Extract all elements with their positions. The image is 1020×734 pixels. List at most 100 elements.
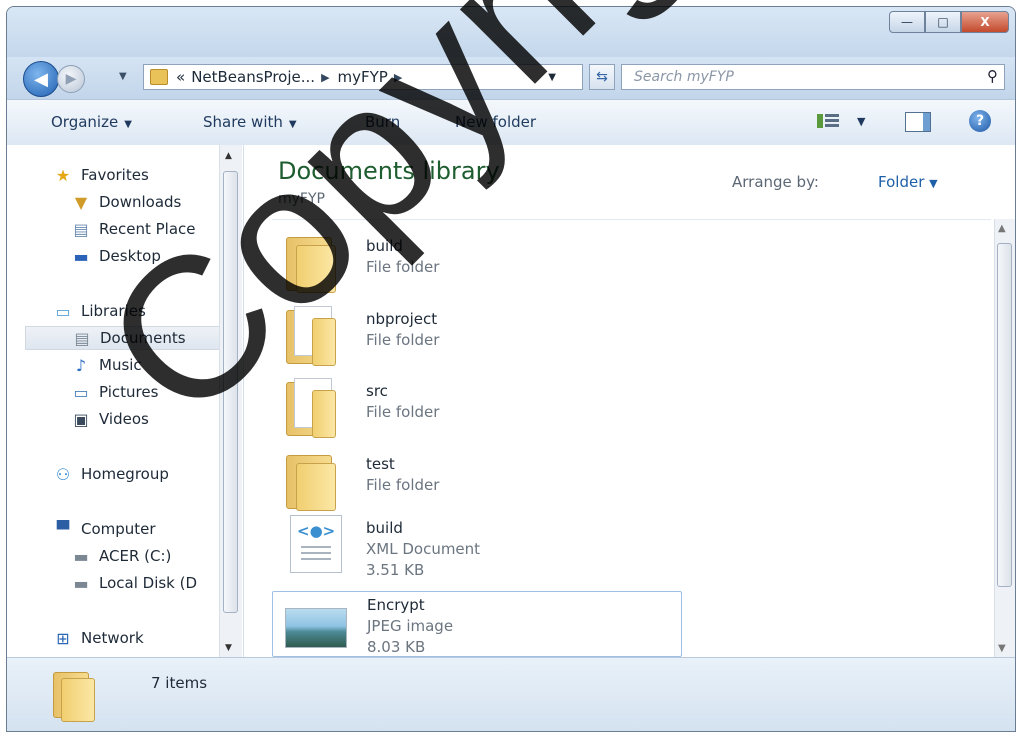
sidebar-item-label: Downloads [99, 193, 182, 211]
minimize-button[interactable]: — [889, 11, 925, 33]
music-icon: ♪ [75, 355, 87, 375]
recent-pages-dropdown-icon[interactable]: ▼ [119, 71, 127, 82]
help-icon[interactable]: ? [969, 110, 991, 132]
local-disk-icon: ▬ [73, 573, 89, 593]
file-name: build [366, 237, 403, 255]
sidebar-item-music[interactable]: ♪ Music [71, 353, 142, 377]
breadcrumb-myfyp[interactable]: myFYP [338, 68, 388, 86]
title-bar[interactable]: — □ X [7, 7, 1015, 57]
breadcrumb-chevron-icon[interactable]: ▶ [321, 71, 329, 84]
scroll-up-icon[interactable]: ▲ [225, 151, 232, 161]
file-item-build-folder[interactable]: build File folder [272, 229, 682, 295]
sidebar-item-computer[interactable]: ▀ Computer [53, 517, 156, 541]
sidebar-item-label: Recent Place [99, 220, 196, 238]
sidebar-item-label: ACER (C:) [99, 547, 172, 565]
pictures-icon: ▭ [73, 382, 89, 402]
sidebar-item-pictures[interactable]: ▭ Pictures [71, 380, 158, 404]
videos-icon: ▣ [73, 409, 89, 429]
sidebar-item-label: Local Disk (D [99, 574, 198, 592]
maximize-button[interactable]: □ [925, 11, 961, 33]
sidebar-item-label: Videos [99, 410, 149, 428]
file-name: Encrypt [367, 596, 425, 614]
recent-places-icon: ▤ [73, 219, 89, 239]
search-input[interactable]: Search myFYP ⚲ [621, 64, 1005, 90]
views-dropdown-icon[interactable]: ▼ [857, 115, 865, 128]
search-placeholder: Search myFYP [634, 69, 734, 85]
scroll-down-icon[interactable]: ▼ [998, 643, 1006, 654]
sidebar-item-libraries[interactable]: ▭ Libraries [53, 299, 145, 323]
library-subtitle: myFYP [278, 191, 325, 207]
sidebar-item-documents[interactable]: ▤ Documents [25, 326, 233, 350]
file-type: File folder [366, 403, 440, 421]
burn-button[interactable]: Burn [365, 113, 400, 131]
breadcrumb-netbeansprojects[interactable]: NetBeansProje... [191, 68, 315, 86]
file-type: File folder [366, 476, 440, 494]
forward-arrow-icon: ▶ [65, 71, 77, 87]
file-item-test[interactable]: test File folder [272, 447, 682, 513]
file-item-build-xml[interactable]: <●> build XML Document 3.51 KB [272, 511, 682, 579]
organize-button[interactable]: Organize ▼ [51, 113, 132, 131]
arrange-by-dropdown[interactable]: Folder ▼ [878, 173, 938, 191]
address-bar[interactable]: « NetBeansProje... ▶ myFYP ▶ ▼ [143, 64, 583, 90]
scroll-thumb[interactable] [997, 243, 1012, 587]
divider [272, 219, 991, 220]
chevron-down-icon: ▼ [124, 119, 132, 130]
address-dropdown-icon[interactable]: ▼ [548, 72, 556, 83]
scroll-down-icon[interactable]: ▼ [225, 643, 232, 653]
close-button[interactable]: X [961, 11, 1009, 33]
sidebar-item-acer-c[interactable]: ▬ ACER (C:) [71, 544, 171, 568]
refresh-button[interactable]: ⇆ [589, 64, 615, 90]
sidebar-item-videos[interactable]: ▣ Videos [71, 407, 149, 431]
file-name: src [366, 382, 388, 400]
sidebar-item-homegroup[interactable]: ⚇ Homegroup [53, 462, 169, 486]
folder-icon [282, 378, 338, 438]
chevron-down-icon: ▼ [288, 119, 297, 130]
scroll-thumb[interactable] [223, 171, 238, 613]
sidebar-item-label: Desktop [99, 247, 161, 265]
file-item-encrypt[interactable]: Encrypt JPEG image 8.03 KB [272, 591, 682, 657]
back-arrow-icon: ◀ [34, 68, 48, 90]
back-button[interactable]: ◀ [23, 61, 59, 97]
sidebar-item-label: Homegroup [81, 465, 169, 483]
scroll-up-icon[interactable]: ▲ [998, 223, 1006, 234]
desktop-icon: ▬ [73, 246, 89, 266]
sidebar-item-label: Documents [100, 329, 186, 347]
file-type: XML Document [366, 540, 481, 558]
sidebar-item-local-disk-d[interactable]: ▬ Local Disk (D [71, 571, 197, 595]
arrange-by-label: Arrange by: [732, 173, 819, 191]
sidebar-item-label: Computer [81, 520, 156, 538]
file-item-nbproject[interactable]: nbproject File folder [272, 302, 682, 368]
file-type: JPEG image [367, 617, 454, 635]
change-view-icon[interactable] [817, 112, 839, 130]
file-type: File folder [366, 331, 440, 349]
sidebar-item-downloads[interactable]: ▼ Downloads [71, 190, 182, 214]
breadcrumb-chevron-icon[interactable]: ▶ [394, 71, 402, 84]
organize-label: Organize [51, 113, 119, 131]
folder-icon [282, 233, 338, 293]
sidebar-item-label: Network [81, 629, 144, 647]
homegroup-icon: ⚇ [55, 464, 71, 484]
file-item-src[interactable]: src File folder [272, 374, 682, 440]
caption-buttons: — □ X [889, 11, 1009, 33]
jpeg-file-icon [283, 596, 347, 652]
forward-button[interactable]: ▶ [57, 65, 85, 93]
breadcrumb-overflow[interactable]: « [176, 68, 185, 86]
file-list-scrollbar[interactable]: ▲ ▼ [994, 219, 1015, 657]
search-icon[interactable]: ⚲ [987, 67, 998, 85]
sidebar-item-network[interactable]: ⊞ Network [53, 626, 144, 650]
item-count: 7 items [151, 674, 208, 692]
share-with-label: Share with [203, 113, 283, 131]
new-folder-button[interactable]: New folder [455, 113, 536, 131]
sidebar-item-desktop[interactable]: ▬ Desktop [71, 244, 161, 268]
folder-icon [282, 451, 338, 511]
share-with-button[interactable]: Share with ▼ [203, 113, 297, 131]
star-icon: ★ [55, 165, 71, 185]
sidebar-item-recent-places[interactable]: ▤ Recent Place [71, 217, 196, 241]
downloads-icon: ▼ [74, 192, 88, 212]
navigation-scrollbar[interactable]: ▲ ▼ [219, 145, 242, 657]
file-name: build [366, 519, 403, 537]
sidebar-item-label: Favorites [81, 166, 149, 184]
preview-pane-icon[interactable] [905, 112, 931, 132]
sidebar-item-favorites[interactable]: ★ Favorites [53, 163, 149, 187]
sidebar-item-label: Pictures [99, 383, 159, 401]
